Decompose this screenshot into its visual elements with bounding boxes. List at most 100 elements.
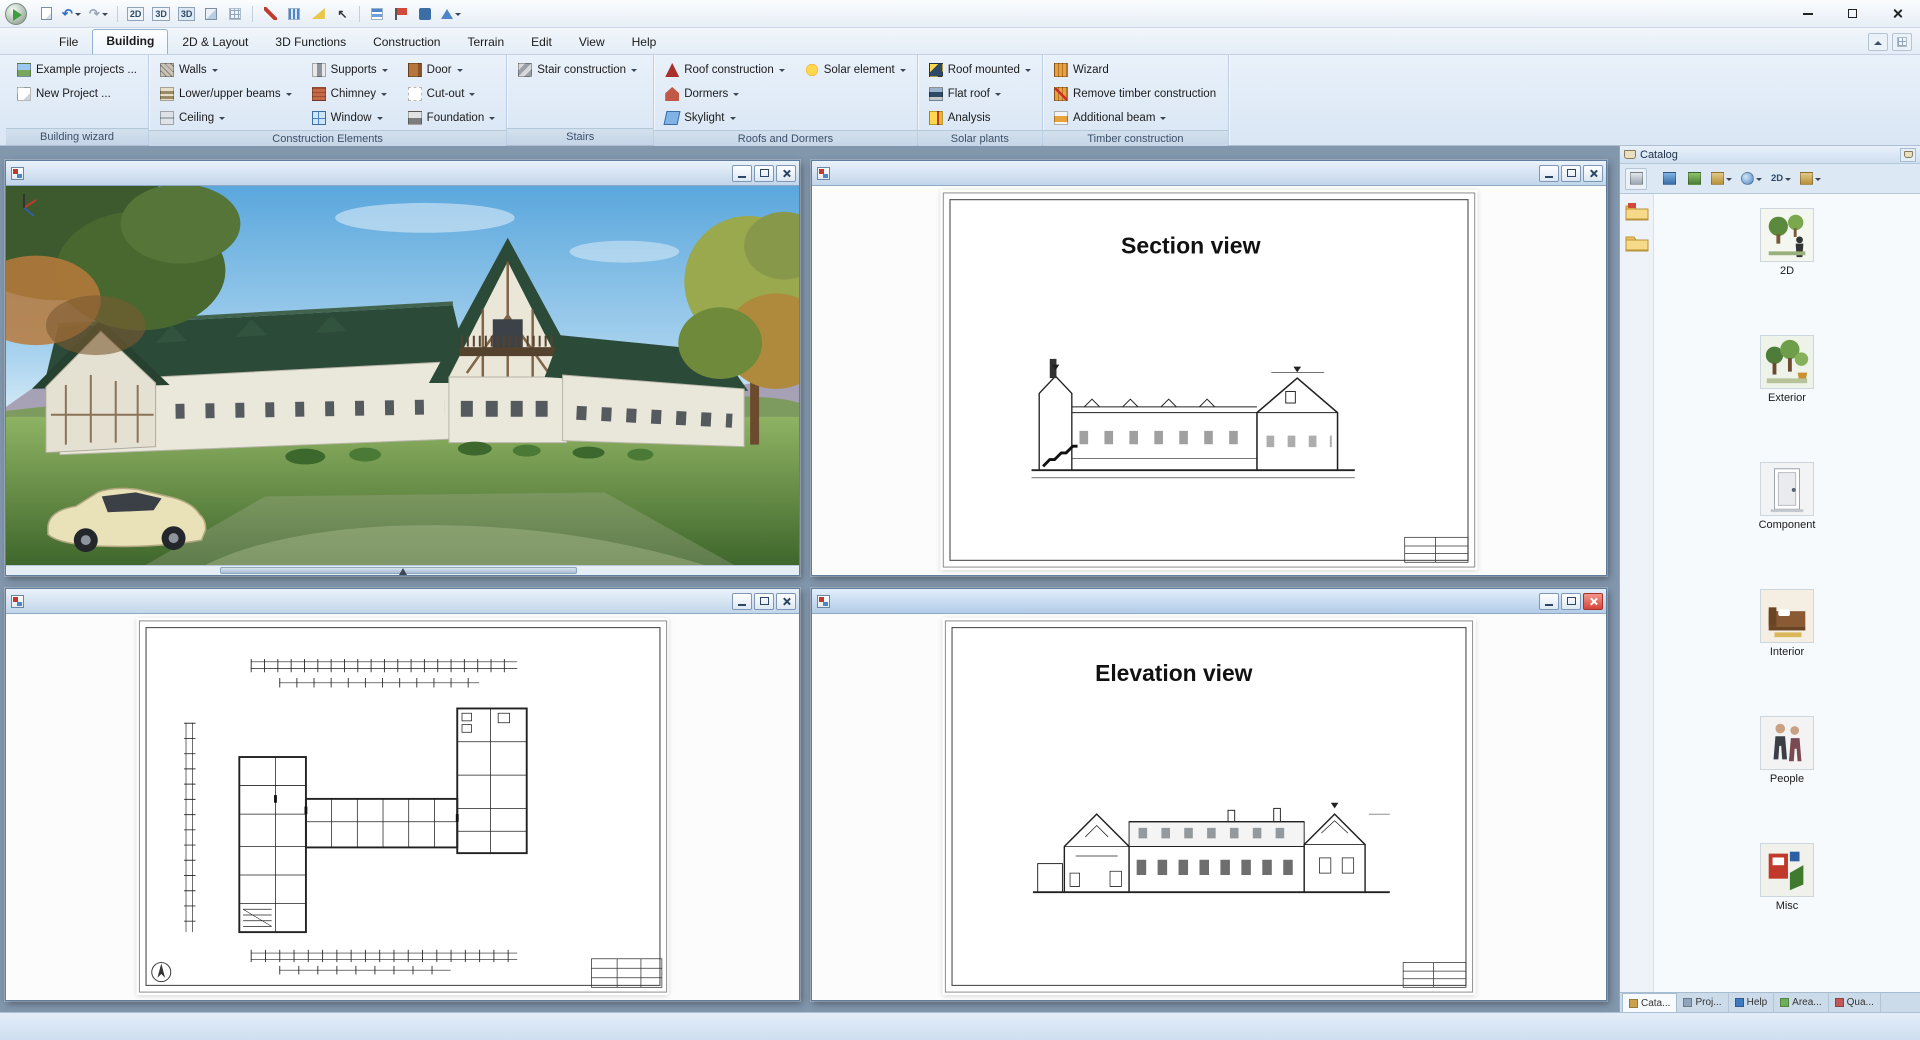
window-arrange-button[interactable]: [1892, 33, 1912, 51]
ribbon-item-flat-roof[interactable]: Flat roof: [925, 82, 1035, 106]
window-close-button[interactable]: [1583, 593, 1603, 610]
menu-tab-help[interactable]: Help: [619, 31, 670, 54]
catalog-2d-view-button[interactable]: 2D: [1768, 168, 1794, 190]
tab-quantities[interactable]: Qua...: [1829, 993, 1881, 1012]
window-minimize-button[interactable]: [1539, 165, 1559, 182]
catalog-item-people[interactable]: People: [1760, 716, 1814, 785]
grid-button[interactable]: [224, 3, 246, 25]
new-3d-view-button[interactable]: 3D: [175, 3, 199, 25]
ribbon-item-chimney[interactable]: Chimney: [308, 82, 392, 106]
catalog-symbols-button[interactable]: [1708, 168, 1735, 190]
3d-viewport[interactable]: [6, 186, 799, 575]
flag-button[interactable]: [390, 3, 412, 25]
window-restore-button[interactable]: [1561, 593, 1581, 610]
window-close-button[interactable]: [776, 593, 796, 610]
new-window-button[interactable]: [438, 3, 464, 25]
ribbon-item-walls[interactable]: Walls: [156, 58, 296, 82]
tab-area[interactable]: Area...: [1774, 993, 1828, 1012]
ribbon-item-example-projects[interactable]: Example projects ...: [13, 58, 141, 82]
menu-tab-construction[interactable]: Construction: [360, 31, 453, 54]
catalog-item-interior[interactable]: Interior: [1760, 589, 1814, 658]
menu-tab-edit[interactable]: Edit: [518, 31, 565, 54]
ribbon-item-supports[interactable]: Supports: [308, 58, 392, 82]
menu-tab-terrain[interactable]: Terrain: [454, 31, 517, 54]
measure-button[interactable]: [307, 3, 329, 25]
select-tool-button[interactable]: [331, 3, 353, 25]
folder-icon[interactable]: [1625, 202, 1649, 221]
undo-button[interactable]: [59, 3, 84, 25]
view-3d-button[interactable]: 3D: [149, 3, 173, 25]
window-titlebar[interactable]: [812, 161, 1606, 186]
quick-access-toolbar: 2D 3D 3D: [35, 3, 464, 25]
window-restore-button[interactable]: [1561, 165, 1581, 182]
menu-tab-2d-layout[interactable]: 2D & Layout: [169, 31, 261, 54]
ribbon-item-foundation[interactable]: Foundation: [404, 106, 500, 130]
catalog-menu-button[interactable]: [1900, 148, 1916, 162]
window-titlebar[interactable]: [6, 161, 799, 186]
window-close-button[interactable]: [776, 165, 796, 182]
menu-tab-view[interactable]: View: [566, 31, 618, 54]
tab-catalog[interactable]: Cata...: [1622, 993, 1677, 1012]
paint-button[interactable]: [414, 3, 436, 25]
ribbon-item-door[interactable]: Door: [404, 58, 500, 82]
section-view-button[interactable]: [200, 3, 222, 25]
ribbon-item-timber-wizard[interactable]: Wizard: [1050, 58, 1220, 82]
window-titlebar[interactable]: [812, 589, 1606, 614]
minimize-icon: [1545, 604, 1553, 606]
window-restore-button[interactable]: [754, 165, 774, 182]
ribbon-item-label: Roof construction: [684, 64, 774, 76]
title-bar[interactable]: 2D 3D 3D: [0, 0, 1920, 28]
ribbon-item-dormers[interactable]: Dormers: [661, 82, 789, 106]
ribbon-item-lower-upper-beams[interactable]: Lower/upper beams: [156, 82, 296, 106]
app-minimize-button[interactable]: [1785, 0, 1830, 28]
menu-tab-file[interactable]: File: [46, 31, 91, 54]
elevation-sheet-viewport[interactable]: Elevation view: [812, 614, 1606, 1000]
folder-icon[interactable]: [1625, 233, 1649, 252]
window-minimize-button[interactable]: [732, 165, 752, 182]
tab-help[interactable]: Help: [1729, 993, 1775, 1012]
catalog-item-2d[interactable]: 2D: [1760, 208, 1814, 277]
app-close-button[interactable]: [1875, 0, 1920, 28]
ribbon-item-solar-element[interactable]: Solar element: [801, 58, 910, 82]
ribbon-item-additional-beam[interactable]: Additional beam: [1050, 106, 1220, 130]
ribbon-item-roof-construction[interactable]: Roof construction: [661, 58, 789, 82]
catalog-extra-button[interactable]: [1797, 168, 1824, 190]
horizontal-scrollbar[interactable]: [6, 565, 799, 575]
catalog-objects-button[interactable]: [1658, 168, 1680, 190]
ribbon-item-analysis[interactable]: Analysis: [925, 106, 1035, 130]
menu-tab-building[interactable]: Building: [92, 29, 168, 54]
catalog-web-button[interactable]: [1738, 168, 1765, 190]
app-logo-icon[interactable]: [5, 3, 27, 25]
window-minimize-button[interactable]: [1539, 593, 1559, 610]
window-titlebar[interactable]: [6, 589, 799, 614]
layers-button[interactable]: [366, 3, 388, 25]
new-document-button[interactable]: [35, 3, 57, 25]
catalog-folder-button[interactable]: [1625, 168, 1647, 190]
window-close-button[interactable]: [1583, 165, 1603, 182]
catalog-panel-header[interactable]: Catalog: [1620, 146, 1920, 164]
collapse-ribbon-button[interactable]: [1868, 33, 1888, 51]
ribbon-item-skylight[interactable]: Skylight: [661, 106, 789, 130]
window-restore-button[interactable]: [754, 593, 774, 610]
ribbon-item-new-project[interactable]: New Project ...: [13, 82, 141, 106]
ribbon-item-remove-timber-construction[interactable]: Remove timber construction: [1050, 82, 1220, 106]
ribbon-item-stair-construction[interactable]: Stair construction: [514, 58, 641, 82]
catalog-item-component[interactable]: Component: [1759, 462, 1816, 531]
plan-sheet-viewport[interactable]: [6, 614, 799, 1000]
menu-tab-3d-functions[interactable]: 3D Functions: [262, 31, 359, 54]
window-minimize-button[interactable]: [732, 593, 752, 610]
ribbon-item-roof-mounted[interactable]: Roof mounted: [925, 58, 1035, 82]
redo-button[interactable]: [86, 3, 111, 25]
hatch-button[interactable]: [283, 3, 305, 25]
catalog-textures-button[interactable]: [1683, 168, 1705, 190]
ribbon-item-window[interactable]: Window: [308, 106, 392, 130]
catalog-item-exterior[interactable]: Exterior: [1760, 335, 1814, 404]
section-sheet-viewport[interactable]: Section view: [812, 186, 1606, 575]
ribbon-item-ceiling[interactable]: Ceiling: [156, 106, 296, 130]
redline-pen-button[interactable]: [259, 3, 281, 25]
view-2d-button[interactable]: 2D: [124, 3, 148, 25]
tab-project[interactable]: Proj...: [1677, 993, 1728, 1012]
ribbon-item-cut-out[interactable]: Cut-out: [404, 82, 500, 106]
catalog-item-misc[interactable]: Misc: [1760, 843, 1814, 912]
app-maximize-button[interactable]: [1830, 0, 1875, 28]
